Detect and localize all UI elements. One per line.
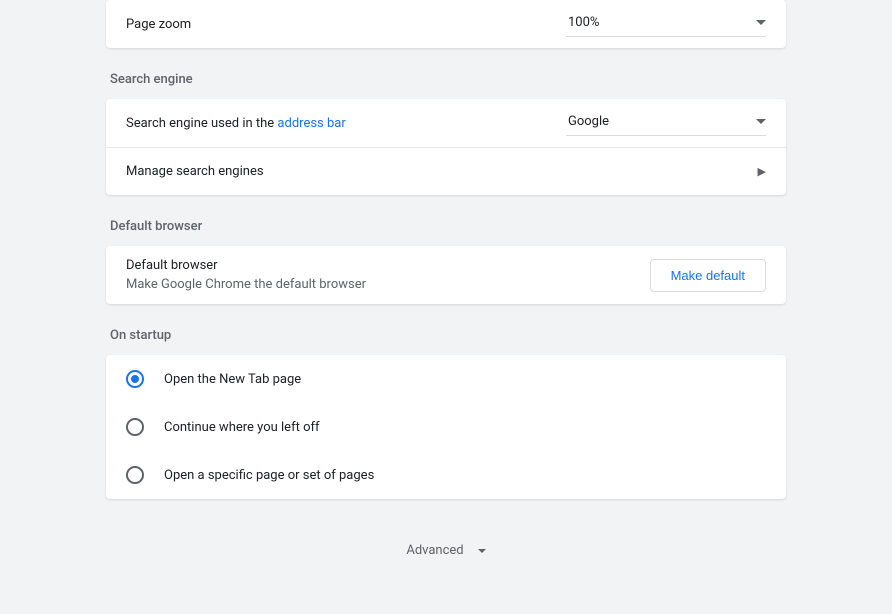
advanced-toggle[interactable]: Advanced (106, 523, 786, 570)
radio-icon[interactable] (126, 466, 144, 484)
search-engine-card: Search engine used in the address bar Go… (106, 99, 786, 195)
radio-icon[interactable] (126, 418, 144, 436)
default-browser-card: Default browser Make Google Chrome the d… (106, 246, 786, 304)
default-browser-row: Default browser Make Google Chrome the d… (106, 246, 786, 304)
search-engine-value: Google (568, 114, 609, 129)
on-startup-section-title: On startup (110, 328, 786, 343)
address-bar-link[interactable]: address bar (277, 116, 345, 131)
make-default-button[interactable]: Make default (650, 259, 766, 292)
radio-icon[interactable] (126, 370, 144, 388)
search-engine-section-title: Search engine (110, 72, 786, 87)
startup-option-specific[interactable]: Open a specific page or set of pages (106, 451, 786, 499)
search-engine-label-prefix: Search engine used in the (126, 116, 277, 131)
default-browser-section-title: Default browser (110, 219, 786, 234)
dropdown-icon (756, 20, 766, 25)
on-startup-card: Open the New Tab page Continue where you… (106, 355, 786, 499)
startup-option-label: Continue where you left off (164, 420, 320, 435)
chevron-right-icon: ▶ (758, 165, 766, 178)
manage-search-engines-label: Manage search engines (126, 164, 264, 179)
page-zoom-row: Page zoom 100% (106, 0, 786, 48)
startup-option-label: Open a specific page or set of pages (164, 468, 374, 483)
dropdown-icon (478, 549, 486, 553)
default-browser-text: Default browser Make Google Chrome the d… (126, 258, 366, 292)
search-engine-row: Search engine used in the address bar Go… (106, 99, 786, 147)
manage-search-engines-row[interactable]: Manage search engines ▶ (106, 147, 786, 195)
page-zoom-value: 100% (568, 15, 599, 30)
default-browser-title: Default browser (126, 258, 366, 273)
startup-option-continue[interactable]: Continue where you left off (106, 403, 786, 451)
page-zoom-label: Page zoom (126, 17, 191, 32)
advanced-label: Advanced (406, 543, 463, 558)
startup-option-label: Open the New Tab page (164, 372, 301, 387)
page-zoom-select[interactable]: 100% (566, 11, 766, 37)
search-engine-label: Search engine used in the address bar (126, 116, 346, 131)
startup-option-new-tab[interactable]: Open the New Tab page (106, 355, 786, 403)
search-engine-select[interactable]: Google (566, 110, 766, 136)
default-browser-subtitle: Make Google Chrome the default browser (126, 277, 366, 292)
dropdown-icon (756, 119, 766, 124)
page-zoom-card: Page zoom 100% (106, 0, 786, 48)
